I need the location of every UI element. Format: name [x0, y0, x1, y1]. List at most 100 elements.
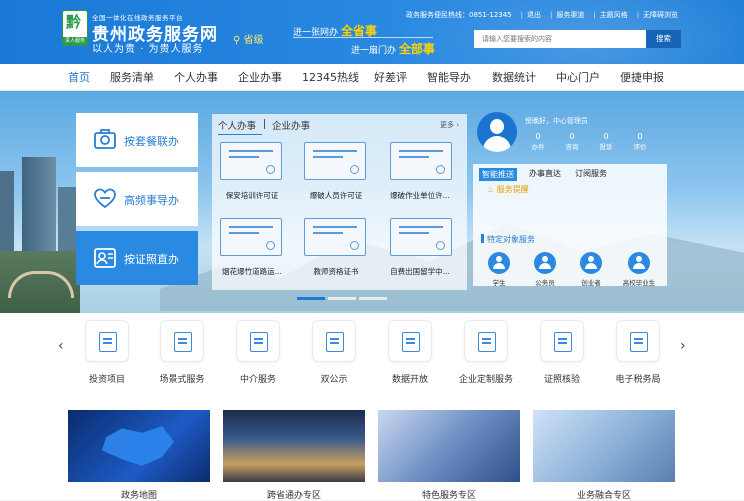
certificate-icon[interactable] [390, 218, 452, 256]
top-link-theme[interactable]: 主题风格 [600, 10, 628, 20]
publicity-icon[interactable] [312, 320, 356, 362]
feature-label-integration[interactable]: 业务融合专区 [533, 488, 675, 501]
student-icon [488, 252, 510, 274]
service-reminder[interactable]: ♨ 服务提醒 [487, 184, 529, 195]
certificate-label[interactable]: 教师资格证书 [296, 266, 376, 277]
site-slogan: 以人为贵 · 为贵人服务 [92, 44, 204, 55]
site-logo[interactable]: 黔 贵人服务 [62, 10, 88, 46]
tab-enterprise[interactable]: 企业办事 [272, 118, 310, 132]
open-data-icon[interactable] [388, 320, 432, 362]
card-license[interactable]: 按证照直办 [76, 231, 198, 285]
nav-home[interactable]: 首页 [68, 64, 90, 91]
user-greeting: 傍晚好，中心管理员 [525, 117, 588, 125]
license-icon [94, 248, 116, 268]
site-header: 黔 贵人服务 全国一体化在线政务服务平台 贵州政务服务网 以人为贵 · 为贵人服… [0, 0, 744, 64]
chevron-right-icon[interactable]: › [680, 338, 686, 354]
location-pin-icon: ⚲ [233, 35, 244, 46]
user-summary: 傍晚好，中心管理员 0 办件 0 咨询 0 投诉 0 评价 [473, 110, 667, 162]
banner-building [22, 157, 56, 257]
e-tax-icon[interactable] [616, 320, 660, 362]
quick-investment[interactable]: 投资项目 [72, 372, 142, 385]
nav-smart-guide[interactable]: 智能导办 [427, 64, 471, 91]
investment-icon[interactable] [85, 320, 129, 362]
feature-label-map[interactable]: 政务地图 [68, 488, 210, 501]
quick-agency[interactable]: 中介服务 [223, 372, 293, 385]
feature-image-cross-province[interactable] [223, 410, 365, 482]
card-high-frequency-label: 高频事导办 [124, 194, 179, 207]
tab-personal[interactable]: 个人办事 [218, 118, 256, 132]
quick-open-data[interactable]: 数据开放 [375, 372, 445, 385]
carousel-dot[interactable] [297, 297, 325, 300]
nav-service-list[interactable]: 服务清单 [110, 64, 154, 91]
target-graduate[interactable]: 高校毕业生 [621, 252, 657, 287]
stat-review[interactable]: 0 评价 [625, 132, 655, 151]
nav-enterprise[interactable]: 企业办事 [238, 64, 282, 91]
banner-bridge [0, 251, 80, 313]
agency-icon[interactable] [236, 320, 280, 362]
certificate-icon[interactable] [304, 142, 366, 180]
tab-direct[interactable]: 办事直达 [529, 168, 561, 179]
card-package[interactable]: 按套餐联办 [76, 113, 198, 167]
search-input[interactable] [474, 30, 646, 48]
quick-enterprise-custom[interactable]: 企业定制服务 [451, 372, 521, 385]
nav-review[interactable]: 好差评 [374, 64, 407, 91]
tab-smart-push[interactable]: 智能推送 [479, 168, 517, 181]
feature-image-special[interactable] [378, 410, 520, 482]
certificate-icon[interactable] [304, 218, 366, 256]
certificate-label[interactable]: 烟花爆竹道路运... [212, 266, 292, 277]
top-link-accessibility[interactable]: 无障碍浏览 [643, 10, 678, 20]
certificate-icon[interactable] [390, 142, 452, 180]
more-link[interactable]: 更多 › [440, 120, 459, 130]
nav-hotline[interactable]: 12345热线 [302, 64, 359, 91]
certificate-label[interactable]: 保安培训许可证 [212, 190, 292, 201]
stat-consult[interactable]: 0 咨询 [557, 132, 587, 151]
nav-center-portal[interactable]: 中心门户 [556, 64, 600, 91]
quick-publicity[interactable]: 双公示 [299, 372, 369, 385]
card-package-label: 按套餐联办 [124, 135, 179, 148]
certificate-label[interactable]: 爆破人员许可证 [296, 190, 376, 201]
target-services-title: 特定对象服务 [487, 235, 535, 244]
feature-label-special[interactable]: 特色服务专区 [378, 488, 520, 501]
carousel-dot[interactable] [328, 297, 356, 300]
certificate-icon[interactable] [220, 218, 282, 256]
certificate-icon[interactable] [220, 142, 282, 180]
enterprise-custom-icon[interactable] [464, 320, 508, 362]
certificate-label[interactable]: 爆破作业单位许... [380, 190, 460, 201]
package-icon [94, 129, 116, 149]
logo-mark: 黔 [66, 13, 82, 31]
feature-image-integration[interactable] [533, 410, 675, 482]
logo-sub: 贵人服务 [63, 37, 87, 46]
certificate-label[interactable]: 自费出国留学中... [380, 266, 460, 277]
feature-image-map[interactable] [68, 410, 210, 482]
stat-cases[interactable]: 0 办件 [523, 132, 553, 151]
quick-e-tax[interactable]: 电子税务局 [603, 372, 673, 385]
target-student[interactable]: 学生 [481, 252, 517, 287]
region-selector[interactable]: ⚲ 省级 [233, 31, 264, 46]
quick-license-verify[interactable]: 证照核验 [527, 372, 597, 385]
top-link-logout[interactable]: 退出 [527, 10, 541, 20]
region-label: 省级 [243, 35, 264, 46]
feature-label-cross-province[interactable]: 跨省通办专区 [223, 488, 365, 501]
card-high-frequency[interactable]: 高频事导办 [76, 172, 198, 226]
target-civil-servant[interactable]: 公务员 [527, 252, 563, 287]
user-services: 智能推送 办事直达 订阅服务 ♨ 服务提醒 特定对象服务 学生 公务员 创业者 … [473, 164, 667, 287]
chevron-left-icon[interactable]: ‹ [58, 338, 64, 354]
stat-complaint[interactable]: 0 投诉 [591, 132, 621, 151]
license-verify-icon[interactable] [540, 320, 584, 362]
nav-quick-apply[interactable]: 便捷申报 [620, 64, 664, 91]
scenario-icon[interactable] [160, 320, 204, 362]
quick-scenario[interactable]: 场景式服务 [147, 372, 217, 385]
tab-subscribe[interactable]: 订阅服务 [575, 168, 607, 179]
active-tab-indicator [218, 134, 262, 135]
avatar[interactable] [477, 112, 517, 152]
nav-personal[interactable]: 个人办事 [174, 64, 218, 91]
banner-building [58, 187, 76, 257]
card-license-label: 按证照直办 [124, 253, 179, 266]
section-marker [481, 234, 484, 243]
slogan-divider [293, 37, 433, 38]
search-button[interactable]: 搜索 [646, 30, 681, 48]
carousel-dot[interactable] [359, 297, 387, 300]
top-link-channels[interactable]: 服务渠道 [556, 10, 584, 20]
nav-statistics[interactable]: 数据统计 [492, 64, 536, 91]
target-entrepreneur[interactable]: 创业者 [573, 252, 609, 287]
